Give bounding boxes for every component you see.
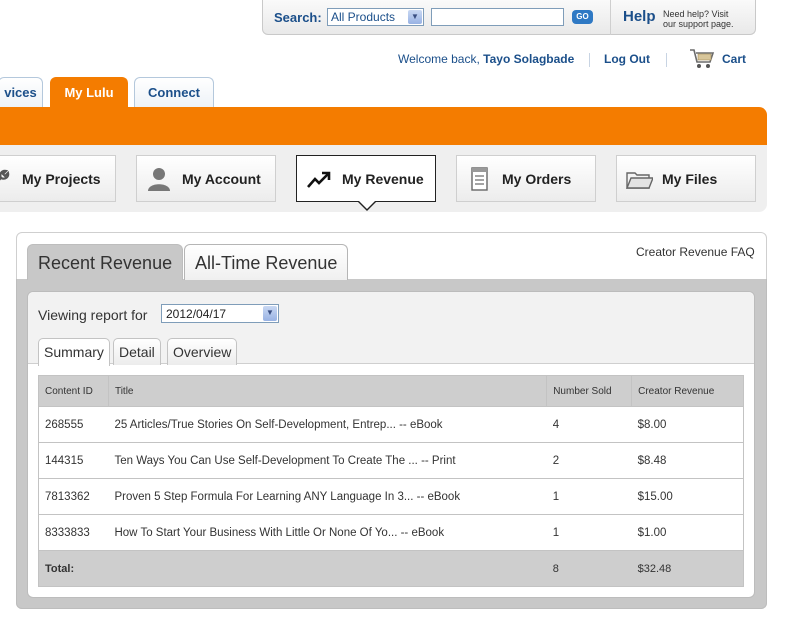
cell-content-id: 8333833 xyxy=(38,514,109,551)
divider xyxy=(589,53,590,67)
report-date-select[interactable]: 2012/04/17 ▼ xyxy=(161,304,279,323)
total-label: Total: xyxy=(38,550,109,587)
tab-detail[interactable]: Detail xyxy=(113,338,161,365)
tab-label: Overview xyxy=(173,344,232,360)
user-icon xyxy=(148,168,170,191)
tab-label: Connect xyxy=(148,85,200,100)
cell-creator-revenue: $8.48 xyxy=(631,442,744,479)
cell-creator-revenue: $1.00 xyxy=(631,514,744,551)
total-creator-revenue: $32.48 xyxy=(631,550,744,587)
trend-up-icon xyxy=(307,171,331,188)
my-projects-button[interactable]: My Projects xyxy=(0,155,116,202)
table-header-row: Content ID Title Number Sold Creator Rev… xyxy=(38,375,744,407)
user-bar: Welcome back, Tayo Solagbade Log Out Car… xyxy=(0,49,791,68)
tab-label: All-Time Revenue xyxy=(195,253,338,273)
logout-link[interactable]: Log Out xyxy=(604,52,650,66)
search-bar: Search: All Products ▼ GO Help Need help… xyxy=(262,0,756,35)
table-row: 8333833 How To Start Your Business With … xyxy=(38,514,744,551)
table-row: 7813362 Proven 5 Step Formula For Learni… xyxy=(38,478,744,515)
tab-label: vices xyxy=(4,85,37,100)
tab-summary[interactable]: Summary xyxy=(38,338,110,366)
nav-label: My Revenue xyxy=(342,171,424,187)
tab-all-time-revenue[interactable]: All-Time Revenue xyxy=(184,244,349,280)
search-scope-select[interactable]: All Products ▼ xyxy=(327,8,424,26)
my-revenue-button[interactable]: My Revenue xyxy=(296,155,436,202)
cell-creator-revenue: $8.00 xyxy=(631,406,744,443)
cell-title-empty xyxy=(108,550,547,587)
nav-label: My Projects xyxy=(22,171,101,187)
table-row: 268555 25 Articles/True Stories On Self-… xyxy=(38,406,744,443)
welcome-message: Welcome back, Tayo Solagbade xyxy=(398,52,574,66)
help-text-line1: Need help? Visit xyxy=(663,9,729,19)
tab-label: My Lulu xyxy=(64,85,114,100)
my-orders-button[interactable]: My Orders xyxy=(456,155,596,202)
search-label: Search: xyxy=(274,10,322,25)
tab-label: Detail xyxy=(119,344,155,360)
revenue-table: Content ID Title Number Sold Creator Rev… xyxy=(38,375,744,587)
tab-my-lulu[interactable]: My Lulu xyxy=(50,77,128,108)
tab-label: Recent Revenue xyxy=(38,253,173,273)
go-button[interactable]: GO xyxy=(572,10,593,24)
user-name: Tayo Solagbade xyxy=(483,52,575,66)
tab-overview[interactable]: Overview xyxy=(167,338,238,365)
help-text-line2: our support page. xyxy=(663,19,734,29)
cell-number-sold: 1 xyxy=(546,514,632,551)
creator-revenue-faq-link[interactable]: Creator Revenue FAQ xyxy=(636,245,755,259)
divider xyxy=(610,0,611,35)
cell-number-sold: 4 xyxy=(546,406,632,443)
cell-content-id: 7813362 xyxy=(38,478,109,515)
column-header-title: Title xyxy=(107,375,548,407)
column-header-content-id: Content ID xyxy=(38,375,109,407)
column-header-number-sold: Number Sold xyxy=(546,375,633,407)
cell-title: How To Start Your Business With Little O… xyxy=(108,514,547,551)
my-files-button[interactable]: My Files xyxy=(616,155,756,202)
nav-label: My Files xyxy=(662,171,718,187)
cell-number-sold: 2 xyxy=(546,442,632,479)
cell-title: 25 Articles/True Stories On Self-Develop… xyxy=(108,406,547,443)
cell-content-id: 268555 xyxy=(38,406,109,443)
table-row: 144315 Ten Ways You Can Use Self-Develop… xyxy=(38,442,744,479)
divider xyxy=(666,53,667,67)
folder-icon xyxy=(625,172,653,189)
order-list-icon xyxy=(471,167,488,191)
chevron-down-icon: ▼ xyxy=(263,306,277,321)
help-text[interactable]: Need help? Visit our support page. xyxy=(663,9,734,29)
chevron-down-icon: ▼ xyxy=(408,10,422,24)
viewing-report-label: Viewing report for xyxy=(38,307,148,323)
search-input[interactable] xyxy=(431,8,564,26)
my-account-button[interactable]: My Account xyxy=(136,155,276,202)
cell-creator-revenue: $15.00 xyxy=(631,478,744,515)
cart-icon[interactable] xyxy=(688,46,716,70)
tab-recent-revenue[interactable]: Recent Revenue xyxy=(27,244,184,280)
table-total-row: Total: 8 $32.48 xyxy=(38,550,744,587)
cell-title: Ten Ways You Can Use Self-Development To… xyxy=(108,442,547,479)
help-link[interactable]: Help xyxy=(623,8,656,25)
report-date-value: 2012/04/17 xyxy=(166,307,227,321)
total-number-sold: 8 xyxy=(546,550,632,587)
nav-label: My Orders xyxy=(502,171,572,187)
tab-services[interactable]: vices xyxy=(0,77,43,108)
cell-title: Proven 5 Step Formula For Learning ANY L… xyxy=(108,478,547,515)
tab-connect[interactable]: Connect xyxy=(134,77,214,108)
cell-content-id: 144315 xyxy=(38,442,109,479)
cell-number-sold: 1 xyxy=(546,478,632,515)
tab-label: Summary xyxy=(44,344,104,360)
column-header-creator-revenue: Creator Revenue xyxy=(631,375,744,407)
nav-label: My Account xyxy=(182,171,261,187)
active-pointer-fill xyxy=(358,200,376,209)
wrench-icon xyxy=(0,169,10,181)
search-scope-value: All Products xyxy=(331,10,396,24)
orange-header-bar xyxy=(0,107,767,145)
cart-link[interactable]: Cart xyxy=(722,52,746,66)
welcome-prefix: Welcome back, xyxy=(398,52,480,66)
